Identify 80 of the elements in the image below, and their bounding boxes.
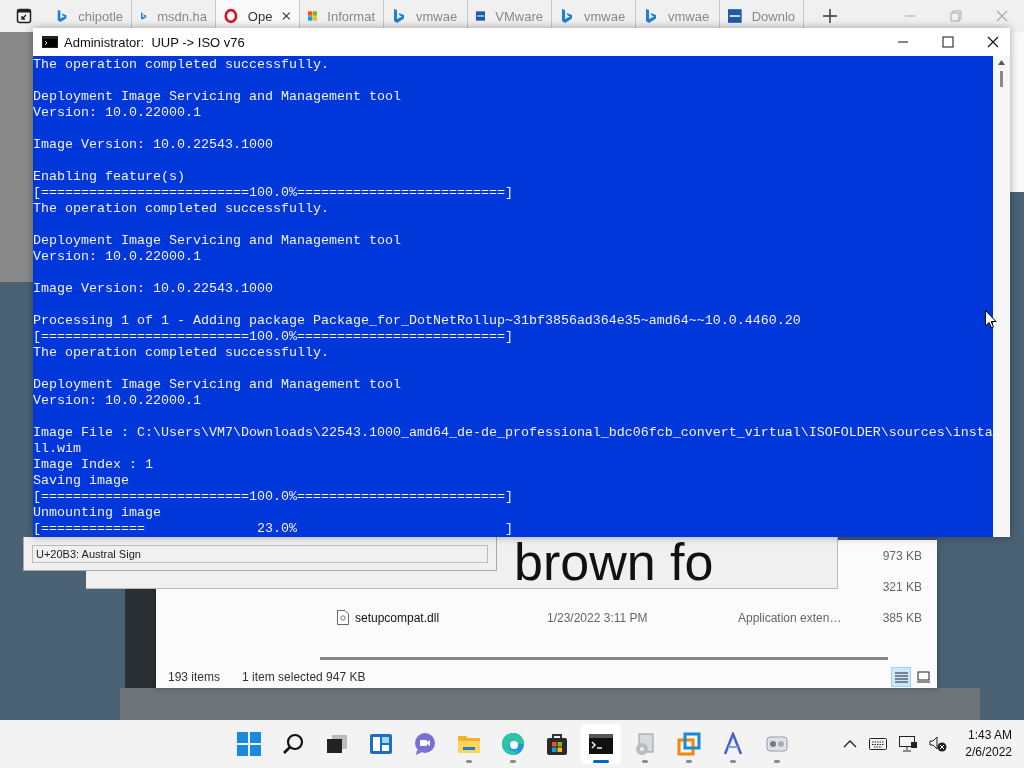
console-line: Version: 10.0.22000.1 [33,105,201,121]
horizontal-scrollbar[interactable] [320,657,888,660]
console-line: The operation completed successfully. [33,201,329,217]
folder-icon [457,733,481,755]
running-indicator [593,760,609,763]
clock[interactable]: 1:43 AM 2/6/2022 [965,727,1012,761]
file-size: 321 KB [881,579,922,594]
console-line: Processing 1 of 1 - Adding package Package_for_DotNetRollup~31bf3856ad364e35~amd64~~10.0.4460.20 [33,313,801,329]
font-sample-text: brown fo [514,537,714,587]
item-count: 193 items [168,670,221,684]
opera-icon [224,8,238,24]
close-icon[interactable] [987,36,999,48]
running-indicator [466,760,472,763]
console-line: ll.wim [33,441,81,457]
console-line: Deployment Image Servicing and Management tool [33,233,401,249]
tab-actions-icon[interactable] [16,8,32,24]
console-line: [==========================100.0%==========================] [33,329,513,345]
console-icon [42,36,58,48]
file-name[interactable]: setupcompat.dll [355,610,440,625]
running-indicator [730,760,736,763]
scroll-up-icon[interactable] [998,60,1005,65]
console-line: Image Version: 10.0.22543.1000 [33,137,273,153]
scroll-thumb[interactable] [1000,71,1003,87]
running-indicator [774,760,780,763]
console-line: [==========================100.0%==========================] [33,489,513,505]
running-indicator [510,760,516,763]
console-line: [==========================100.0%==========================] [33,185,513,201]
character-map-icon [765,733,789,755]
console-line: The operation completed successfully. [33,345,329,361]
file-type: Application exten… [738,610,843,625]
console-line: Enabling feature(s) [33,169,185,185]
windows-logo-icon [237,732,261,756]
file-date: 1/23/2022 3:11 PM [547,610,649,625]
chevron-up-icon[interactable] [843,740,858,748]
bing-icon [560,8,574,24]
tile-icon [916,671,930,683]
microsoft-icon [308,8,318,24]
console-line: Image Index : 1 [33,457,153,473]
file-size: 973 KB [881,548,922,563]
store-bag-icon [546,732,568,756]
new-tab-icon[interactable] [822,8,838,24]
selection-info: 1 item selected 947 KB [242,670,366,684]
pointer-icon [985,310,997,329]
console-line: Image Version: 10.0.22543.1000 [33,281,273,297]
network-icon[interactable] [899,736,918,752]
widgets-icon [369,733,393,755]
bing-icon [392,8,406,24]
console-line: Image File : C:\Users\VM7\Downloads\22543.1000_amd64_de-de_professional_bdc06fcb_convert_virtual\ISOFOLDER\sources\insta [33,425,993,441]
console-line: Version: 10.0.22000.1 [33,249,201,265]
keyboard-icon[interactable] [869,738,888,750]
overlapping-squares-icon [677,732,701,756]
installer-icon [633,732,657,756]
bing-icon [56,8,69,24]
console-line: Version: 10.0.22000.1 [33,393,201,409]
file-icon [337,610,349,625]
window-title: Administrator: UUP -> ISO v76 [64,34,245,50]
terminal-taskbar-button[interactable] [581,724,621,764]
running-indicator [642,760,648,763]
chat-icon [413,732,437,756]
file-size: 385 KB [881,610,922,625]
console-line: [============= 23.0% ] [33,521,513,537]
close-tab-icon[interactable] [282,11,291,21]
running-indicator [686,760,692,763]
list-icon [894,671,908,683]
muted-speaker-icon[interactable] [929,736,948,752]
vertical-scrollbar[interactable] [993,56,1010,537]
console-line: Unmounting image [33,505,161,521]
console-line: Deployment Image Servicing and Management tool [33,377,401,393]
task-view-icon [326,734,348,754]
search-icon [282,733,304,755]
console-line: Deployment Image Servicing and Management tool [33,89,401,105]
character-status: U+20B3: Austral Sign [32,545,488,563]
console-line: Saving image [33,473,129,489]
bing-icon [644,8,658,24]
details-view-button[interactable] [891,667,911,687]
maximize-icon[interactable] [942,36,954,48]
edge-icon [501,732,525,756]
fonts-icon [721,732,745,756]
console-icon [589,734,613,754]
console-line: The operation completed successfully. [33,57,329,73]
